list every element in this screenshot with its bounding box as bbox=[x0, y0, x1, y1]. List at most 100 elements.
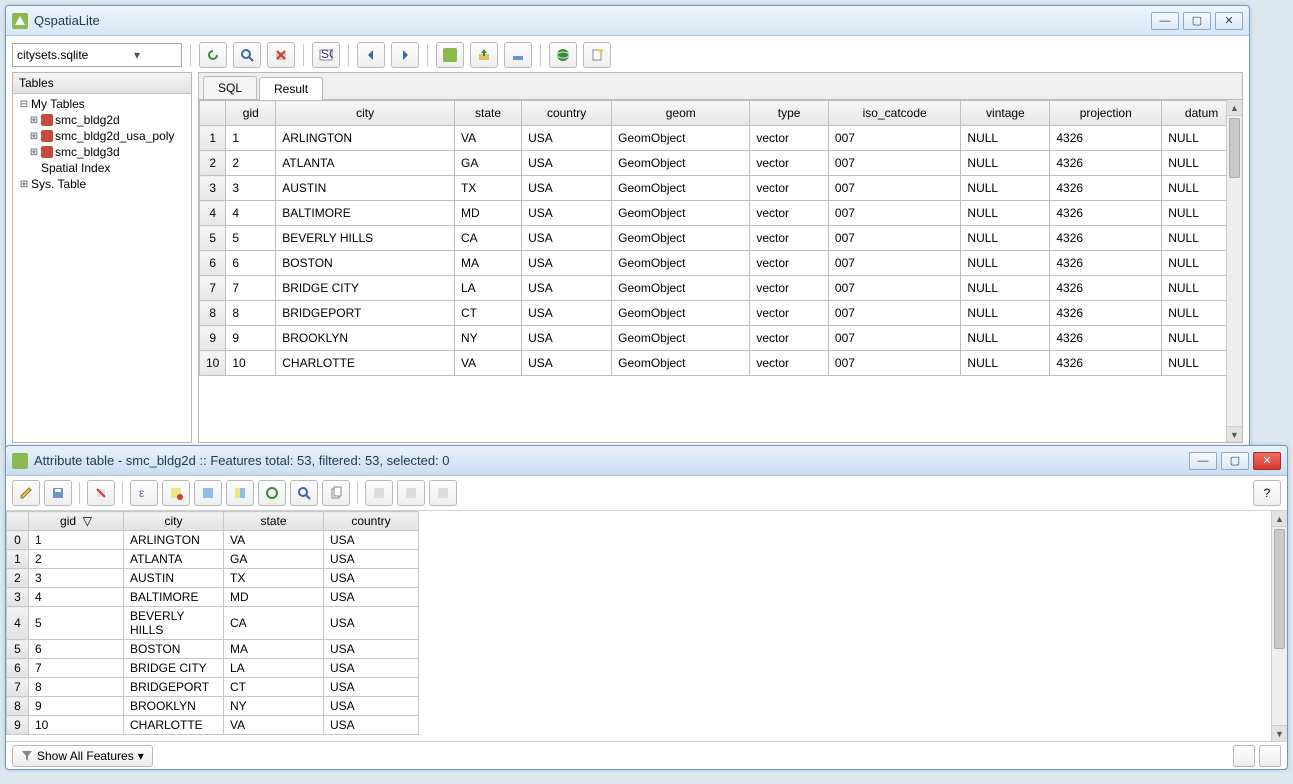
table-row[interactable]: 78BRIDGEPORTCTUSA bbox=[7, 678, 419, 697]
cell-city[interactable]: ARLINGTON bbox=[124, 531, 224, 550]
cell-state[interactable]: NY bbox=[224, 697, 324, 716]
cell-geom[interactable]: GeomObject bbox=[612, 226, 750, 251]
cell-country[interactable]: USA bbox=[522, 301, 612, 326]
cell-state[interactable]: VA bbox=[455, 351, 522, 376]
cell-country[interactable]: USA bbox=[324, 716, 419, 735]
cell-type[interactable]: vector bbox=[750, 201, 829, 226]
pan-to-selected-button[interactable] bbox=[258, 480, 286, 506]
cell-projection[interactable]: 4326 bbox=[1050, 226, 1162, 251]
cell-type[interactable]: vector bbox=[750, 276, 829, 301]
table-row[interactable]: 12ATLANTAGAUSA bbox=[7, 550, 419, 569]
cell-gid[interactable]: 1 bbox=[226, 126, 276, 151]
cell-country[interactable]: USA bbox=[522, 176, 612, 201]
cell-gid[interactable]: 9 bbox=[29, 697, 124, 716]
scroll-up-icon[interactable]: ▲ bbox=[1227, 100, 1242, 116]
cell-gid[interactable]: 8 bbox=[226, 301, 276, 326]
cell-type[interactable]: vector bbox=[750, 326, 829, 351]
cell-geom[interactable]: GeomObject bbox=[612, 301, 750, 326]
next-button[interactable] bbox=[391, 42, 419, 68]
table-row[interactable]: 67BRIDGE CITYLAUSA bbox=[7, 659, 419, 678]
cell-vintage[interactable]: NULL bbox=[961, 351, 1050, 376]
tree-item-spatial-index[interactable]: Spatial Index bbox=[15, 160, 189, 176]
close-button[interactable]: ✕ bbox=[1215, 12, 1243, 30]
cell-gid[interactable]: 2 bbox=[226, 151, 276, 176]
new-file-button[interactable] bbox=[583, 42, 611, 68]
col-country[interactable]: country bbox=[324, 512, 419, 531]
cell-city[interactable]: BOSTON bbox=[124, 640, 224, 659]
table-row[interactable]: 01ARLINGTONVAUSA bbox=[7, 531, 419, 550]
col-type[interactable]: type bbox=[750, 101, 829, 126]
cell-city[interactable]: BRIDGE CITY bbox=[124, 659, 224, 678]
result-scrollbar[interactable]: ▲ ▼ bbox=[1226, 100, 1242, 442]
cell-country[interactable]: USA bbox=[324, 640, 419, 659]
cell-city[interactable]: BALTIMORE bbox=[276, 201, 455, 226]
cell-city[interactable]: BROOKLYN bbox=[276, 326, 455, 351]
row-number[interactable]: 4 bbox=[200, 201, 226, 226]
cell-vintage[interactable]: NULL bbox=[961, 226, 1050, 251]
cell-geom[interactable]: GeomObject bbox=[612, 276, 750, 301]
form-view-button[interactable] bbox=[1259, 745, 1281, 767]
row-number[interactable]: 5 bbox=[7, 640, 29, 659]
copy-rows-button[interactable] bbox=[322, 480, 350, 506]
table-row[interactable]: 88BRIDGEPORTCTUSAGeomObjectvector007NULL… bbox=[200, 301, 1242, 326]
globe-button[interactable] bbox=[549, 42, 577, 68]
row-number[interactable]: 6 bbox=[200, 251, 226, 276]
cell-country[interactable]: USA bbox=[324, 569, 419, 588]
cell-gid[interactable]: 6 bbox=[29, 640, 124, 659]
cell-city[interactable]: CHARLOTTE bbox=[276, 351, 455, 376]
cell-city[interactable]: BROOKLYN bbox=[124, 697, 224, 716]
row-number[interactable]: 10 bbox=[200, 351, 226, 376]
search-db-button[interactable] bbox=[233, 42, 261, 68]
cell-gid[interactable]: 4 bbox=[226, 201, 276, 226]
cell-city[interactable]: BRIDGEPORT bbox=[276, 301, 455, 326]
attr-table-wrap[interactable]: gid ▽citystatecountry01ARLINGTONVAUSA12A… bbox=[6, 511, 1287, 741]
table-row[interactable]: 910CHARLOTTEVAUSA bbox=[7, 716, 419, 735]
cell-iso_catcode[interactable]: 007 bbox=[828, 276, 961, 301]
minimize-button[interactable]: ― bbox=[1189, 452, 1217, 470]
cell-state[interactable]: MA bbox=[224, 640, 324, 659]
cell-state[interactable]: CT bbox=[224, 678, 324, 697]
cell-state[interactable]: TX bbox=[455, 176, 522, 201]
table-row[interactable]: 45BEVERLY HILLSCAUSA bbox=[7, 607, 419, 640]
cell-geom[interactable]: GeomObject bbox=[612, 326, 750, 351]
cell-projection[interactable]: 4326 bbox=[1050, 351, 1162, 376]
table-row[interactable]: 77BRIDGE CITYLAUSAGeomObjectvector007NUL… bbox=[200, 276, 1242, 301]
cell-projection[interactable]: 4326 bbox=[1050, 276, 1162, 301]
sql-script-button[interactable]: SQL bbox=[312, 42, 340, 68]
table-row[interactable]: 23AUSTINTXUSA bbox=[7, 569, 419, 588]
scroll-thumb[interactable] bbox=[1229, 118, 1240, 178]
cell-gid[interactable]: 6 bbox=[226, 251, 276, 276]
scroll-up-icon[interactable]: ▲ bbox=[1272, 511, 1287, 527]
table-row[interactable]: 56BOSTONMAUSA bbox=[7, 640, 419, 659]
qsl-titlebar[interactable]: QspatiaLite ― ▢ ✕ bbox=[6, 6, 1249, 36]
row-number[interactable]: 5 bbox=[200, 226, 226, 251]
table-row[interactable]: 44BALTIMOREMDUSAGeomObjectvector007NULL4… bbox=[200, 201, 1242, 226]
cell-vintage[interactable]: NULL bbox=[961, 326, 1050, 351]
cell-gid[interactable]: 3 bbox=[29, 569, 124, 588]
col-projection[interactable]: projection bbox=[1050, 101, 1162, 126]
deselect-button[interactable] bbox=[162, 480, 190, 506]
load-layer-button[interactable] bbox=[436, 42, 464, 68]
cell-state[interactable]: GA bbox=[455, 151, 522, 176]
cell-gid[interactable]: 3 bbox=[226, 176, 276, 201]
row-number[interactable]: 9 bbox=[200, 326, 226, 351]
table-row[interactable]: 34BALTIMOREMDUSA bbox=[7, 588, 419, 607]
cell-city[interactable]: BRIDGEPORT bbox=[124, 678, 224, 697]
cell-gid[interactable]: 1 bbox=[29, 531, 124, 550]
cell-city[interactable]: BEVERLY HILLS bbox=[276, 226, 455, 251]
cell-gid[interactable]: 5 bbox=[29, 607, 124, 640]
row-number[interactable]: 3 bbox=[7, 588, 29, 607]
cell-vintage[interactable]: NULL bbox=[961, 276, 1050, 301]
cell-country[interactable]: USA bbox=[324, 697, 419, 716]
cell-state[interactable]: CA bbox=[455, 226, 522, 251]
cell-type[interactable]: vector bbox=[750, 351, 829, 376]
cell-geom[interactable]: GeomObject bbox=[612, 251, 750, 276]
col-state[interactable]: state bbox=[224, 512, 324, 531]
row-number[interactable]: 9 bbox=[7, 716, 29, 735]
cell-projection[interactable]: 4326 bbox=[1050, 176, 1162, 201]
cell-city[interactable]: ATLANTA bbox=[124, 550, 224, 569]
tab-result[interactable]: Result bbox=[259, 77, 323, 100]
cell-country[interactable]: USA bbox=[522, 151, 612, 176]
cell-city[interactable]: BEVERLY HILLS bbox=[124, 607, 224, 640]
cell-iso_catcode[interactable]: 007 bbox=[828, 326, 961, 351]
